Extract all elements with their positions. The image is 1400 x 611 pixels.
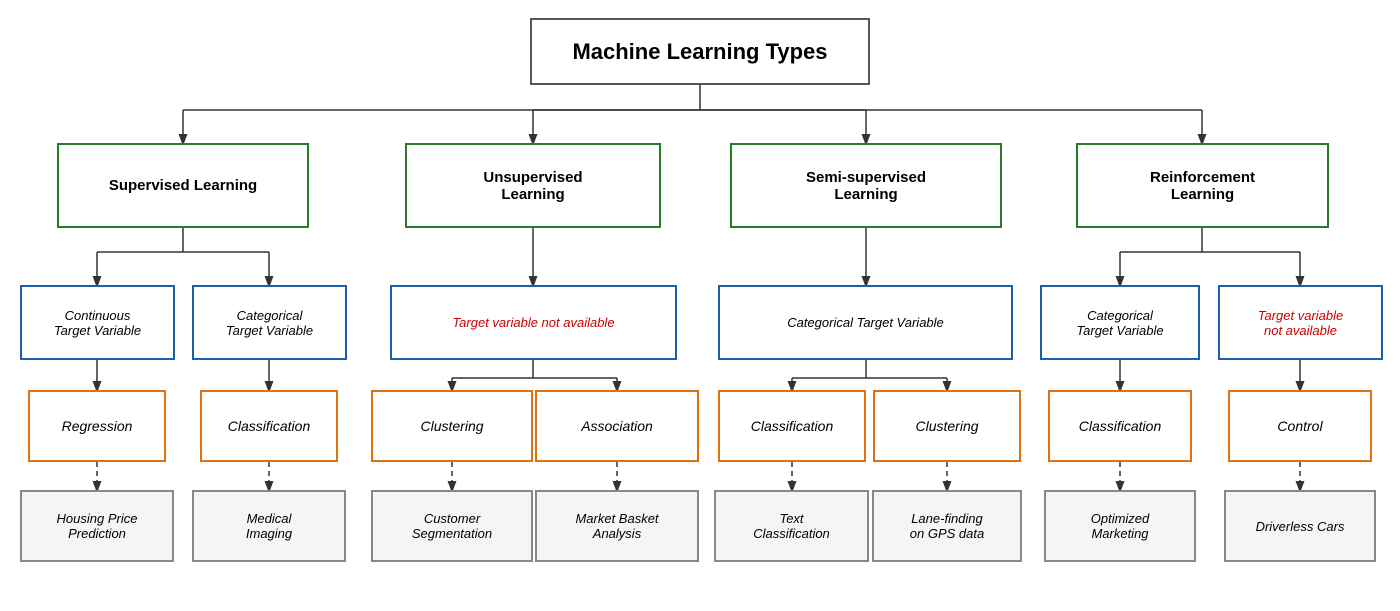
medical-node: MedicalImaging: [192, 490, 346, 562]
clustering-semi-label: Clustering: [915, 418, 978, 434]
driverless-node: Driverless Cars: [1224, 490, 1376, 562]
target-not-avail-label: Target variable not available: [452, 315, 614, 330]
association-node: Association: [535, 390, 699, 462]
opt-marketing-node: OptimizedMarketing: [1044, 490, 1196, 562]
categorical-sl-node: CategoricalTarget Variable: [192, 285, 347, 360]
categorical-rl-node: CategoricalTarget Variable: [1040, 285, 1200, 360]
continuous-node: ContinuousTarget Variable: [20, 285, 175, 360]
unsupervised-label: Unsupervised Learning: [483, 169, 582, 203]
opt-marketing-label: OptimizedMarketing: [1091, 511, 1150, 541]
clustering-us-label: Clustering: [420, 418, 483, 434]
market-basket-node: Market BasketAnalysis: [535, 490, 699, 562]
market-basket-label: Market BasketAnalysis: [575, 511, 658, 541]
clustering-us-node: Clustering: [371, 390, 533, 462]
target-not-avail-node: Target variable not available: [390, 285, 677, 360]
text-class-label: TextClassification: [753, 511, 830, 541]
target-not-avail-rl-node: Target variablenot available: [1218, 285, 1383, 360]
supervised-node: Supervised Learning: [57, 143, 309, 228]
housing-label: Housing PricePrediction: [57, 511, 138, 541]
root-node: Machine Learning Types: [530, 18, 870, 85]
categorical-sl-label: CategoricalTarget Variable: [226, 308, 313, 338]
association-label: Association: [581, 418, 653, 434]
lane-finding-label: Lane-findingon GPS data: [910, 511, 984, 541]
semi-label: Semi-supervisedLearning: [806, 169, 926, 203]
classification-semi-node: Classification: [718, 390, 866, 462]
target-not-avail-rl-label: Target variablenot available: [1258, 308, 1344, 338]
driverless-label: Driverless Cars: [1256, 519, 1345, 534]
categorical-semi-node: Categorical Target Variable: [718, 285, 1013, 360]
continuous-label: ContinuousTarget Variable: [54, 308, 141, 338]
customer-seg-label: CustomerSegmentation: [412, 511, 492, 541]
reinforcement-node: ReinforcementLearning: [1076, 143, 1329, 228]
root-label: Machine Learning Types: [572, 39, 827, 65]
lane-finding-node: Lane-findingon GPS data: [872, 490, 1022, 562]
housing-node: Housing PricePrediction: [20, 490, 174, 562]
clustering-semi-node: Clustering: [873, 390, 1021, 462]
semi-node: Semi-supervisedLearning: [730, 143, 1002, 228]
categorical-rl-label: CategoricalTarget Variable: [1076, 308, 1163, 338]
reinforcement-label: ReinforcementLearning: [1150, 169, 1255, 203]
control-label: Control: [1277, 418, 1322, 434]
classification-sl-node: Classification: [200, 390, 338, 462]
supervised-label: Supervised Learning: [109, 177, 257, 194]
classification-rl-node: Classification: [1048, 390, 1192, 462]
medical-label: MedicalImaging: [246, 511, 292, 541]
classification-rl-label: Classification: [1079, 418, 1161, 434]
regression-label: Regression: [62, 418, 133, 434]
control-node: Control: [1228, 390, 1372, 462]
classification-semi-label: Classification: [751, 418, 833, 434]
customer-seg-node: CustomerSegmentation: [371, 490, 533, 562]
regression-node: Regression: [28, 390, 166, 462]
categorical-semi-label: Categorical Target Variable: [787, 315, 944, 330]
text-class-node: TextClassification: [714, 490, 869, 562]
diagram: Machine Learning Types Supervised Learni…: [0, 0, 1400, 611]
classification-sl-label: Classification: [228, 418, 310, 434]
unsupervised-node: Unsupervised Learning: [405, 143, 661, 228]
